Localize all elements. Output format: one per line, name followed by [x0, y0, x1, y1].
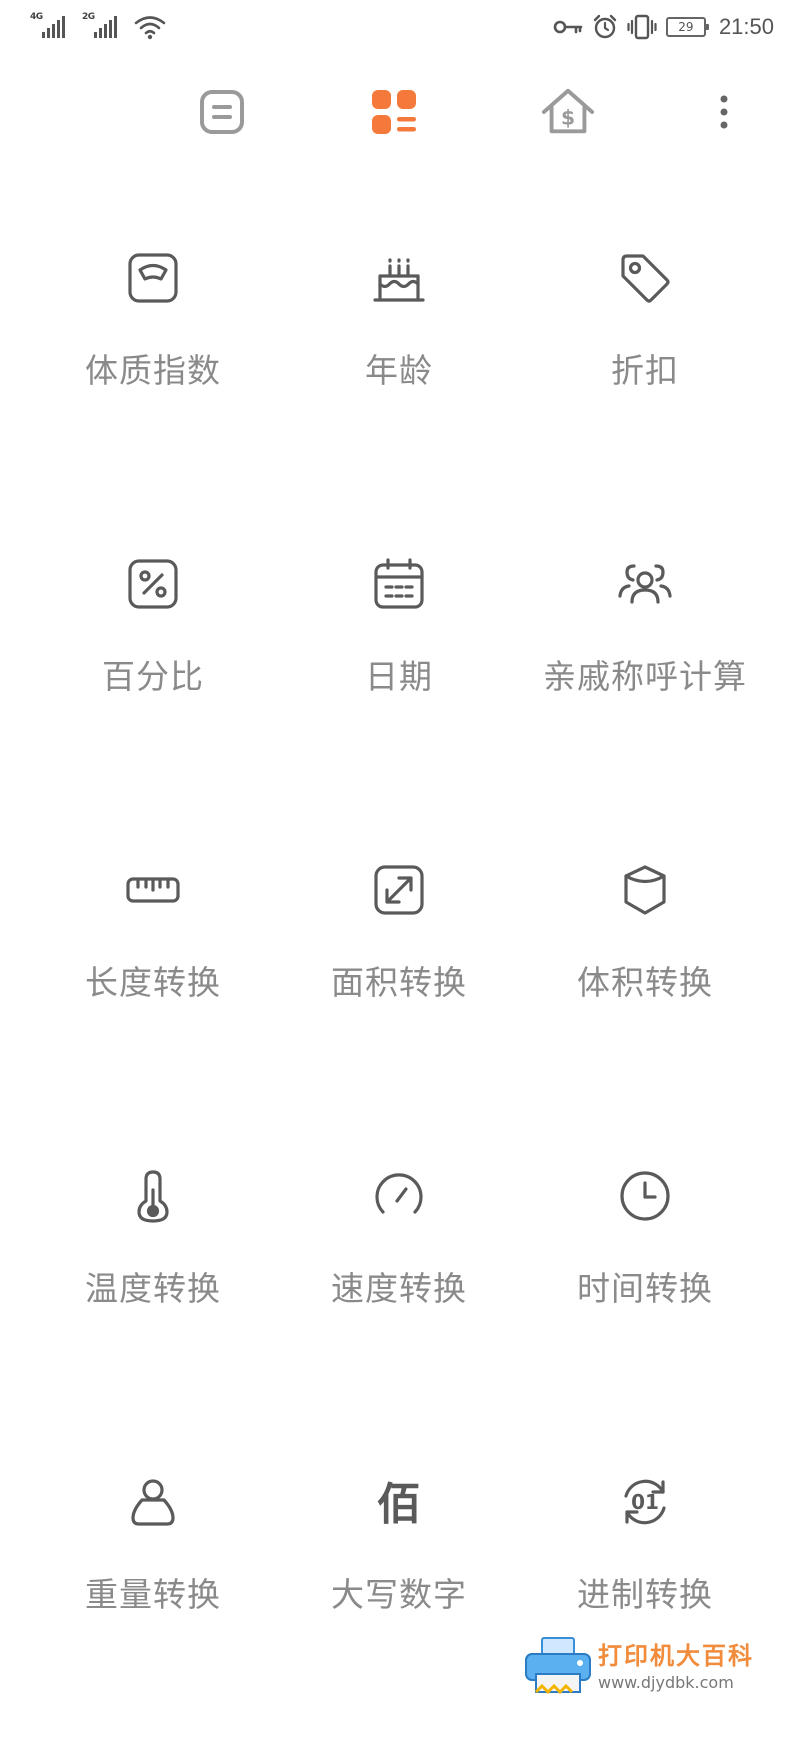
- tool-label: 年龄: [365, 351, 433, 390]
- tool-label: 重量转换: [85, 1575, 221, 1614]
- vpn-key-icon: [553, 20, 583, 34]
- svg-text:$: $: [561, 106, 575, 130]
- tool-relatives[interactable]: 亲戚称呼计算: [522, 516, 768, 822]
- wifi-icon: [134, 16, 166, 40]
- tool-label: 日期: [365, 657, 433, 696]
- svg-text:01: 01: [631, 1490, 659, 1514]
- more-options-button[interactable]: [704, 84, 744, 140]
- calendar-icon: [369, 554, 429, 614]
- status-right: 29 21:50: [553, 10, 774, 44]
- tool-uppercase-number[interactable]: 佰 大写数字: [276, 1434, 522, 1740]
- watermark-text: 打印机大百科 www.djydbk.com: [598, 1636, 792, 1692]
- tool-bmi[interactable]: 体质指数: [30, 210, 276, 516]
- tag-icon: [615, 248, 675, 308]
- speedometer-icon: [369, 1166, 429, 1226]
- cake-icon: [369, 248, 429, 308]
- thermometer-icon: [123, 1166, 183, 1226]
- weight-icon: [123, 1472, 183, 1532]
- house-dollar-icon: $: [541, 88, 595, 134]
- watermark-url: www.djydbk.com: [598, 1673, 734, 1692]
- tool-area[interactable]: 面积转换: [276, 822, 522, 1128]
- tool-label: 体质指数: [85, 351, 221, 390]
- calculator-icon: [200, 90, 244, 134]
- tool-label: 温度转换: [85, 1269, 221, 1308]
- tool-time[interactable]: 时间转换: [522, 1128, 768, 1434]
- tool-label: 面积转换: [331, 963, 467, 1002]
- scale-icon: [123, 248, 183, 308]
- alarm-icon: [593, 14, 617, 39]
- tool-grid: 体质指数 年龄 折扣 百分比 日期 亲戚称呼计算 长度转换 面积转换 体积转换 …: [30, 210, 770, 1740]
- tool-length[interactable]: 长度转换: [30, 822, 276, 1128]
- network-type-1: 4G: [30, 12, 43, 22]
- grid-tools-icon: [372, 90, 416, 134]
- status-bar: 4G 2G 29 21:50: [0, 0, 800, 56]
- tool-label: 速度转换: [331, 1269, 467, 1308]
- vibrate-icon: [627, 14, 657, 40]
- tool-weight[interactable]: 重量转换: [30, 1434, 276, 1740]
- watermark: 打印机大百科 www.djydbk.com: [522, 1634, 792, 1698]
- battery-level: 29: [678, 20, 694, 34]
- tab-tools[interactable]: [366, 84, 422, 140]
- network-type-2: 2G: [82, 12, 95, 22]
- battery-icon: 29: [665, 17, 709, 37]
- binary-cycle-icon: 01: [615, 1472, 675, 1532]
- watermark-title: 打印机大百科: [598, 1642, 754, 1670]
- tool-label: 进制转换: [577, 1575, 713, 1614]
- tool-volume[interactable]: 体积转换: [522, 822, 768, 1128]
- expand-icon: [369, 860, 429, 920]
- ruler-icon: [123, 860, 183, 920]
- tool-temperature[interactable]: 温度转换: [30, 1128, 276, 1434]
- tool-label: 体积转换: [577, 963, 713, 1002]
- percent-icon: [123, 554, 183, 614]
- signal-icon: 2G: [82, 12, 124, 40]
- tool-label: 亲戚称呼计算: [543, 657, 747, 696]
- tool-label: 大写数字: [331, 1575, 467, 1614]
- signal-icon: 4G: [30, 12, 72, 40]
- status-left: 4G 2G: [30, 12, 166, 40]
- bai-character-icon: 佰: [369, 1472, 429, 1532]
- clock-time: 21:50: [718, 14, 774, 39]
- tool-date[interactable]: 日期: [276, 516, 522, 822]
- tool-label: 折扣: [611, 351, 679, 390]
- people-icon: [615, 554, 675, 614]
- cylinder-icon: [615, 860, 675, 920]
- tool-discount[interactable]: 折扣: [522, 210, 768, 516]
- printer-logo-icon: [525, 1637, 591, 1695]
- tab-finance[interactable]: $: [540, 84, 596, 140]
- more-vertical-icon: [720, 95, 728, 129]
- tool-speed[interactable]: 速度转换: [276, 1128, 522, 1434]
- tool-label: 长度转换: [85, 963, 221, 1002]
- tool-label: 时间转换: [577, 1269, 713, 1308]
- tool-percentage[interactable]: 百分比: [30, 516, 276, 822]
- top-navigation: $: [0, 70, 800, 150]
- tool-label: 百分比: [102, 657, 204, 696]
- tab-standard-calculator[interactable]: [194, 84, 250, 140]
- svg-text:佰: 佰: [377, 1479, 421, 1530]
- tool-age[interactable]: 年龄: [276, 210, 522, 516]
- clock-icon: [615, 1166, 675, 1226]
